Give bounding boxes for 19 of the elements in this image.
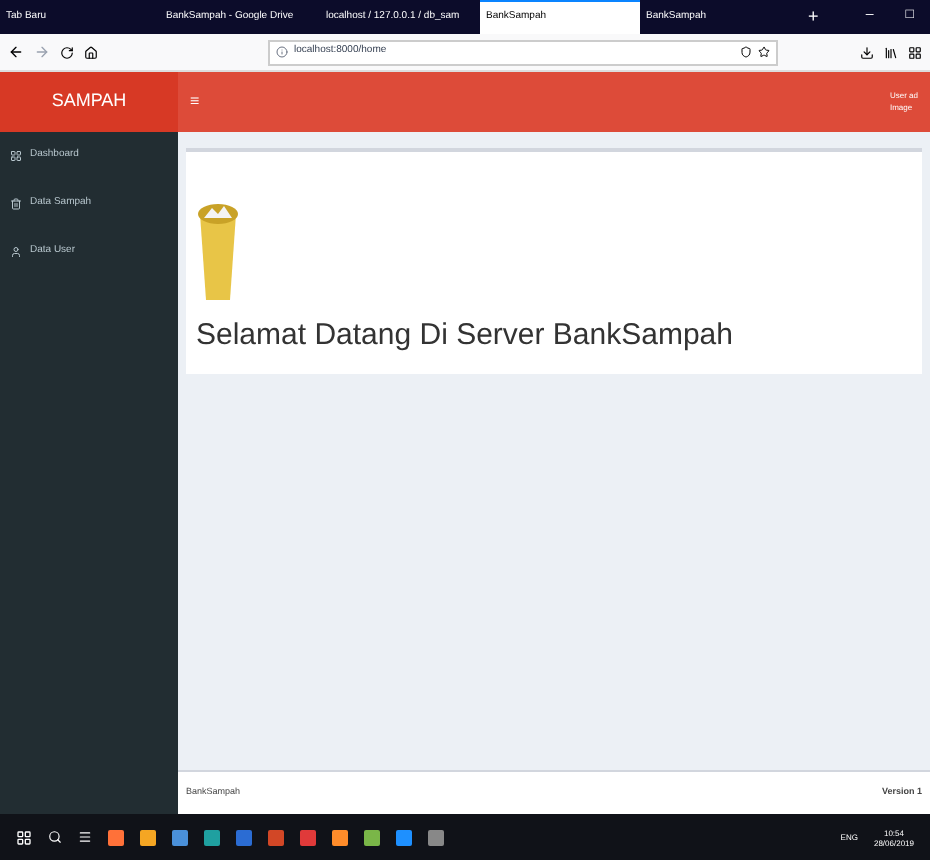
search-icon[interactable]: [48, 830, 62, 844]
brand-logo[interactable]: SAMPAH: [0, 72, 178, 132]
star-icon[interactable]: [758, 46, 770, 58]
user-icon: [10, 246, 22, 258]
menu-toggle[interactable]: ≡: [190, 90, 200, 114]
back-icon[interactable]: [8, 44, 24, 60]
shield-icon[interactable]: [740, 46, 752, 58]
start-icon[interactable]: [16, 829, 32, 845]
download-icon[interactable]: [860, 45, 874, 59]
trash-can-drawing: [196, 201, 240, 301]
new-tab-button[interactable]: +: [800, 3, 827, 31]
reload-icon[interactable]: [60, 45, 74, 59]
task-view-icon[interactable]: [78, 830, 92, 844]
welcome-text: Selamat Datang Di Server BankSampah: [196, 315, 735, 355]
info-icon: [276, 46, 288, 58]
home-icon[interactable]: [84, 45, 98, 59]
trash-icon: [10, 198, 22, 210]
library-icon[interactable]: [884, 45, 898, 59]
grid-icon: [10, 150, 22, 162]
